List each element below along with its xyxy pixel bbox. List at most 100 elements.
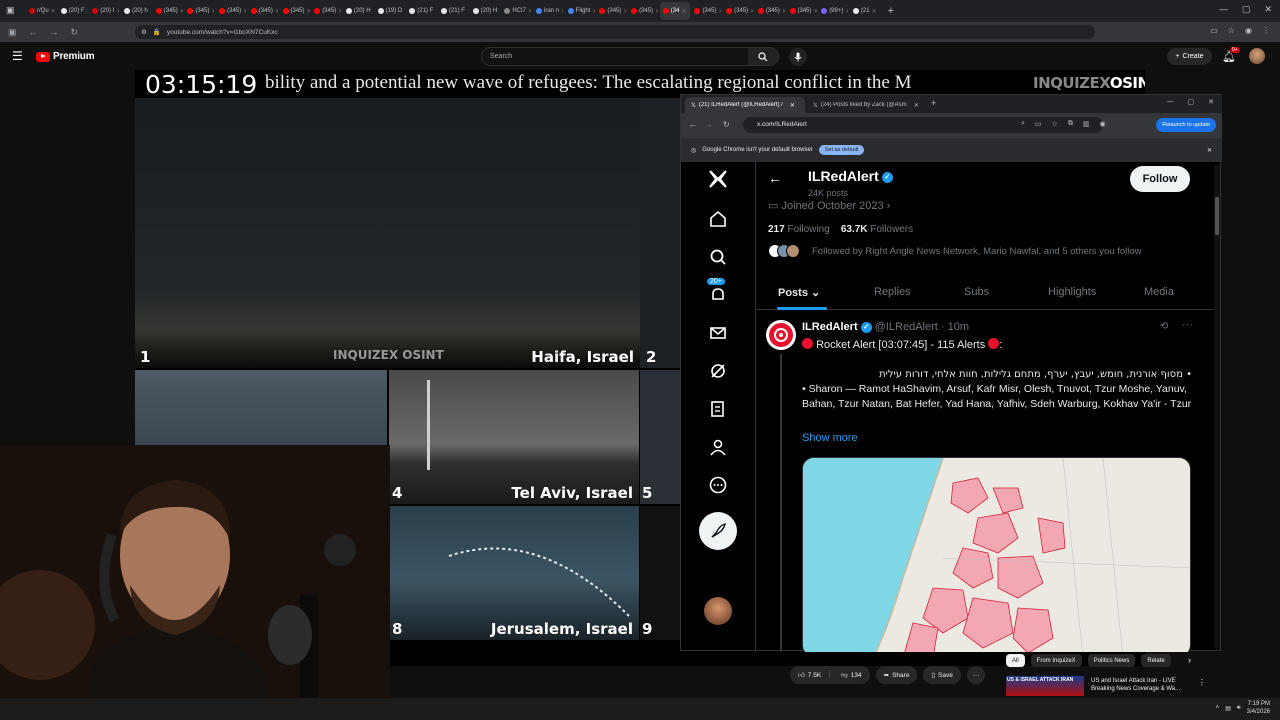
browser-tab[interactable]: (345) ✕ xyxy=(628,2,658,20)
back-button[interactable]: ← xyxy=(29,27,38,37)
dislike-button[interactable]: 👎︎ 134 xyxy=(833,671,869,680)
nav-messages[interactable] xyxy=(705,320,731,346)
cast-icon[interactable]: ▭ xyxy=(1210,26,1218,35)
tweet-author-name[interactable]: ILRedAlert xyxy=(802,321,858,333)
more-actions-button[interactable]: ··· xyxy=(966,666,986,684)
tab-close-icon[interactable]: ✕ xyxy=(467,8,468,15)
browser-tab[interactable]: (20) I ✕ xyxy=(89,2,119,20)
tweet-handle-time[interactable]: @ILRedAlert · 10m xyxy=(875,321,969,333)
browser-tab[interactable]: (20) H✕ xyxy=(470,2,500,20)
nav-grok[interactable] xyxy=(705,358,731,384)
browser-tab[interactable]: (99+) ✕ xyxy=(818,2,848,20)
browser-tab[interactable]: r/Qu ✕ xyxy=(26,2,56,20)
tab-close-icon[interactable]: ✕ xyxy=(814,8,817,15)
tab-close-icon[interactable]: ✕ xyxy=(914,102,919,109)
browser-tab[interactable]: iran n✕ xyxy=(533,2,563,20)
nav-notifications[interactable]: 20+ xyxy=(705,278,731,308)
account-switcher-avatar[interactable] xyxy=(704,597,732,625)
account-avatar[interactable] xyxy=(1249,48,1265,64)
menu-icon[interactable]: ⋮ xyxy=(1262,26,1270,35)
voice-search-button[interactable] xyxy=(789,48,807,66)
install-icon[interactable]: ▭ xyxy=(1035,120,1042,128)
minimize-button[interactable]: — xyxy=(1219,4,1228,15)
tab-close-icon[interactable]: ✕ xyxy=(243,8,246,15)
nav-home[interactable] xyxy=(705,206,731,232)
share-button[interactable]: ➦ Share xyxy=(875,666,918,684)
tab-replies[interactable]: Replies xyxy=(874,286,911,298)
browser-tab[interactable]: (345) ✕ xyxy=(153,2,183,20)
browser-tab[interactable]: (345) ✕ xyxy=(184,2,214,20)
search-input[interactable]: Search xyxy=(490,53,512,60)
browser-tab[interactable]: (21) F✕ xyxy=(438,2,468,20)
tab-close-icon[interactable]: ✕ xyxy=(872,8,877,15)
save-button[interactable]: ▯ Save xyxy=(923,666,961,684)
x-scrollbar[interactable] xyxy=(1214,165,1220,648)
browser-tab[interactable]: (21 ✕ xyxy=(850,2,880,20)
sidebar-toggle-icon[interactable]: ▣ xyxy=(8,27,17,38)
star-icon[interactable]: ☆ xyxy=(1052,120,1058,128)
browser-tab[interactable]: (345) ✕ xyxy=(787,2,817,20)
taskbar-clock[interactable]: 7:19 PM 3/4/2026 xyxy=(1247,700,1270,716)
following-link[interactable]: 217 Following xyxy=(768,224,830,235)
inner-maximize-button[interactable]: ▢ xyxy=(1188,98,1195,106)
profile-icon[interactable]: ◉ xyxy=(1245,26,1252,35)
maximize-button[interactable]: ▢ xyxy=(1242,4,1251,15)
nav-lists[interactable] xyxy=(705,396,731,422)
menu-hamburger-icon[interactable]: ☰ xyxy=(12,50,23,62)
chip-all[interactable]: All xyxy=(1006,654,1025,667)
browser-tab[interactable]: (345) ✕ xyxy=(248,2,278,20)
browser-tab[interactable]: (345) ✕ xyxy=(691,2,721,20)
inner-close-button[interactable]: ✕ xyxy=(1208,98,1214,106)
tab-posts[interactable]: Posts ⌄ xyxy=(778,286,820,299)
inner-minimize-button[interactable]: — xyxy=(1167,98,1174,106)
inner-reload-button[interactable]: ↻ xyxy=(723,120,730,129)
infobar-close-icon[interactable]: ✕ xyxy=(1207,147,1212,154)
nav-more[interactable] xyxy=(705,472,731,498)
tab-close-icon[interactable]: ✕ xyxy=(750,8,753,15)
tab-close-icon[interactable]: ✕ xyxy=(87,8,88,15)
like-button[interactable]: 👍︎ 7.5K xyxy=(790,671,831,679)
tab-close-icon[interactable]: ✕ xyxy=(681,8,686,15)
tab-close-icon[interactable]: ✕ xyxy=(275,8,278,15)
youtube-logo[interactable]: Premium xyxy=(36,51,95,62)
grok-analyze-icon[interactable]: ⟲ xyxy=(1160,321,1168,332)
tab-close-icon[interactable]: ✕ xyxy=(338,8,341,15)
tab-close-icon[interactable]: ✕ xyxy=(116,8,119,15)
reload-button[interactable]: ↻ xyxy=(71,27,79,38)
volume-icon[interactable]: 🔊︎ xyxy=(1237,705,1241,712)
tab-close-icon[interactable]: ✕ xyxy=(180,8,183,15)
inner-tab-ilredalert[interactable]: 𝕏 (21) ILRedAlert (@ILRedAlert) / ✕ xyxy=(685,97,805,113)
search-button[interactable] xyxy=(748,48,778,65)
scrollbar-thumb[interactable] xyxy=(1215,197,1219,235)
tab-close-icon[interactable]: ✕ xyxy=(782,8,785,15)
tab-search-icon[interactable]: ▣ xyxy=(6,5,15,16)
tab-close-icon[interactable]: ✕ xyxy=(435,8,436,15)
browser-tab[interactable]: (34 ✕ xyxy=(659,2,690,20)
browser-tab[interactable]: (345) ✕ xyxy=(311,2,341,20)
nav-profile[interactable] xyxy=(705,434,731,460)
inner-back-button[interactable]: ← xyxy=(689,120,697,129)
nav-explore[interactable] xyxy=(705,244,731,270)
chip-related[interactable]: Relate xyxy=(1141,654,1171,667)
extensions-icon[interactable]: ⧉ xyxy=(1068,120,1073,128)
browser-tab[interactable]: (345) ✕ xyxy=(216,2,246,20)
tab-close-icon[interactable]: ✕ xyxy=(790,102,795,109)
chevron-up-icon[interactable]: ˄ xyxy=(1216,705,1220,711)
tab-close-icon[interactable]: ✕ xyxy=(592,8,594,15)
browser-tab[interactable]: (345) ✕ xyxy=(723,2,753,20)
tweet-author-avatar[interactable] xyxy=(766,320,796,350)
browser-tab[interactable]: Flight✕ xyxy=(565,2,595,20)
browser-tab[interactable]: (20) H✕ xyxy=(343,2,373,20)
follow-button[interactable]: Follow xyxy=(1130,166,1190,192)
tab-close-icon[interactable]: ✕ xyxy=(51,8,56,15)
back-arrow-icon[interactable]: ← xyxy=(768,170,782,186)
browser-tab[interactable]: (20) F✕ xyxy=(58,2,88,20)
inner-forward-button[interactable]: → xyxy=(705,120,713,129)
inner-new-tab-button[interactable]: + xyxy=(931,98,936,108)
chip-politics-news[interactable]: Politics News xyxy=(1087,654,1136,667)
tab-close-icon[interactable]: ✕ xyxy=(655,8,658,15)
network-icon[interactable]: ▤ xyxy=(1225,705,1231,712)
address-bar[interactable]: ⚙ 🔒 youtube.com/watch?v=l1boXN7CuKxc xyxy=(135,25,1095,39)
followers-link[interactable]: 63.7K Followers xyxy=(841,224,913,235)
followed-by-text[interactable]: Followed by Right Angle News Network, Ma… xyxy=(812,246,1142,257)
